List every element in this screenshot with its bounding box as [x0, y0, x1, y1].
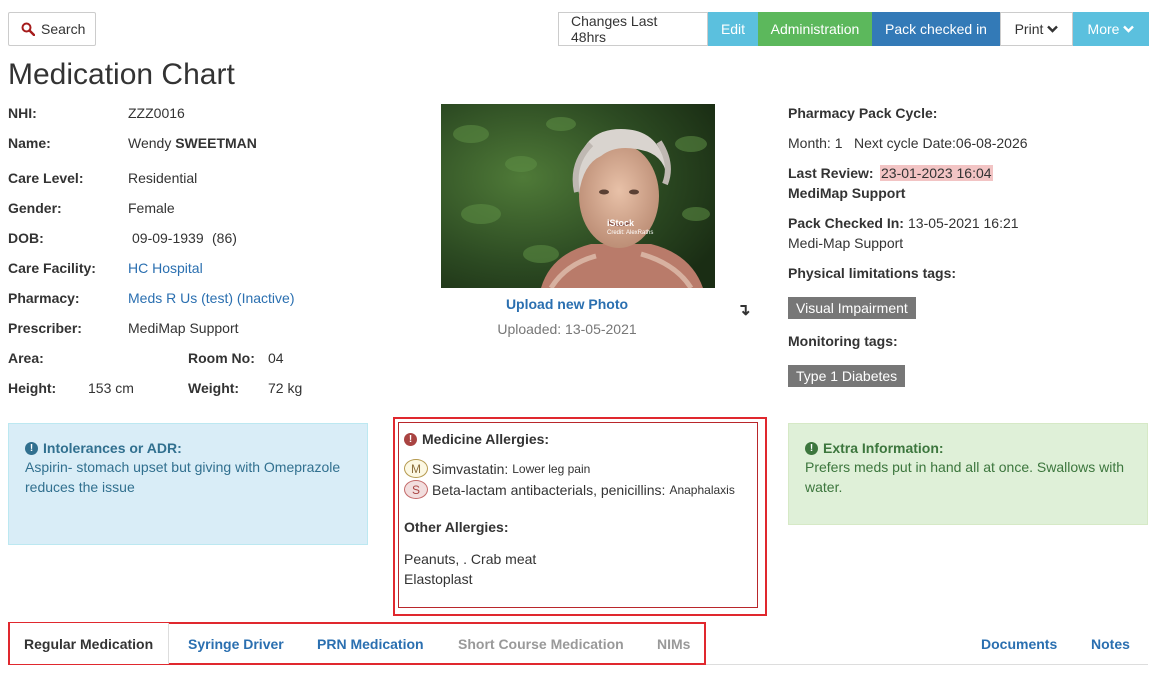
patient-name: Wendy SWEETMAN	[128, 135, 257, 151]
height-value: 153 cm	[88, 380, 134, 396]
pack-checked-in-button[interactable]: Pack checked in	[872, 12, 1000, 46]
first-name: Wendy	[128, 135, 172, 151]
tab-short-course-medication[interactable]: Short Course Medication	[458, 623, 624, 664]
weight-label: Weight:	[188, 380, 240, 396]
intolerances-title-text: Intolerances or ADR:	[43, 440, 182, 456]
more-button[interactable]: More	[1073, 12, 1149, 46]
intolerances-title: ! Intolerances or ADR:	[25, 440, 351, 456]
medicine-allergies-panel: ! Medicine Allergies: M Simvastatin: Low…	[398, 422, 758, 608]
gender-label: Gender:	[8, 200, 62, 216]
portrait-image: iStock Credit: AlexRaths	[441, 104, 715, 288]
search-icon	[21, 22, 35, 36]
action-toolbar: Changes Last 48hrs Edit Administration P…	[558, 12, 1149, 46]
allergy-name: Simvastatin:	[432, 460, 509, 477]
care-facility-label: Care Facility:	[8, 260, 96, 276]
allergy-reaction: Anaphalaxis	[669, 482, 735, 497]
gender-value: Female	[128, 200, 175, 216]
room-label: Room No:	[188, 350, 255, 366]
last-review-value: 23-01-2023 16:04	[880, 165, 993, 181]
other-allergy-line: Peanuts, . Crab meat	[404, 551, 537, 567]
info-icon: !	[805, 441, 818, 455]
upload-photo-link[interactable]: Upload new Photo	[441, 296, 693, 312]
monitoring-tags-label: Monitoring tags:	[788, 333, 898, 349]
pack-cycle-label: Pharmacy Pack Cycle:	[788, 105, 938, 121]
print-label: Print	[1014, 21, 1044, 37]
last-review-by: MediMap Support	[788, 185, 906, 201]
prescriber-label: Prescriber:	[8, 320, 82, 336]
medicine-allergies-title-text: Medicine Allergies:	[422, 431, 550, 447]
weight-value: 72 kg	[268, 380, 303, 396]
uploaded-date: Uploaded: 13-05-2021	[497, 321, 637, 337]
severity-badge-s: S	[404, 480, 428, 499]
search-label: Search	[41, 21, 86, 37]
pack-checked-value: 13-05-2021 16:21	[908, 215, 1019, 231]
physical-tags-label: Physical limitations tags:	[788, 265, 957, 281]
dob-value: 09-09-1939	[132, 230, 204, 246]
alert-icon: !	[404, 432, 417, 446]
changes-48hrs-button[interactable]: Changes Last 48hrs	[558, 12, 708, 46]
tab-notes[interactable]: Notes	[1091, 623, 1130, 664]
other-allergy-line: Elastoplast	[404, 571, 473, 587]
severity-badge-m: M	[404, 459, 428, 478]
arrow-down-icon[interactable]: ↴	[737, 300, 750, 320]
photo-credit-text: Credit: AlexRaths	[607, 230, 653, 236]
pack-checked-by: Medi-Map Support	[788, 235, 904, 251]
prescriber-value: MediMap Support	[128, 320, 239, 336]
care-level-label: Care Level:	[8, 170, 84, 186]
allergy-reaction: Lower leg pain	[512, 461, 591, 476]
allergy-name: Beta-lactam antibacterials, penicillins:	[432, 481, 666, 498]
edit-button[interactable]: Edit	[708, 12, 758, 46]
watermark-text: iStock	[607, 218, 635, 228]
tab-nims[interactable]: NIMs	[657, 623, 690, 664]
age-value: (86)	[212, 230, 237, 246]
care-facility-link[interactable]: HC Hospital	[128, 260, 203, 276]
extra-info-text: Prefers meds put in hand all at once. Sw…	[805, 459, 1125, 495]
intolerances-text: Aspirin- stomach upset but giving with O…	[25, 459, 341, 495]
more-label: More	[1087, 21, 1120, 37]
monitoring-tag: Type 1 Diabetes	[788, 365, 906, 387]
extra-info-panel: ! Extra Information: Prefers meds put in…	[788, 423, 1148, 525]
allergy-item: M Simvastatin: Lower leg pain	[404, 458, 752, 479]
patient-photo: iStock Credit: AlexRaths	[441, 104, 715, 288]
name-label: Name:	[8, 135, 51, 151]
pharmacy-link[interactable]: Meds R Us (test) (Inactive)	[128, 290, 294, 306]
area-label: Area:	[8, 350, 44, 366]
next-cycle-text: Next cycle Date:06-08-2026	[854, 135, 1028, 151]
chevron-down-icon	[1123, 25, 1135, 33]
month-text: Month: 1	[788, 135, 843, 151]
extra-info-title-text: Extra Information:	[823, 440, 944, 456]
tab-syringe-driver[interactable]: Syringe Driver	[188, 623, 284, 664]
other-allergies-title: Other Allergies:	[404, 519, 509, 535]
last-review-label: Last Review:	[788, 165, 874, 181]
physical-tag: Visual Impairment	[788, 297, 916, 319]
pack-checked-label: Pack Checked In:	[788, 215, 904, 231]
extra-info-title: ! Extra Information:	[805, 440, 1131, 456]
page-title: Medication Chart	[8, 58, 235, 91]
pharmacy-label: Pharmacy:	[8, 290, 80, 306]
dob-label: DOB:	[8, 230, 44, 246]
tab-prn-medication[interactable]: PRN Medication	[317, 623, 424, 664]
care-level-value: Residential	[128, 170, 198, 186]
print-button[interactable]: Print	[1000, 12, 1073, 46]
search-button[interactable]: Search	[8, 12, 96, 46]
tab-documents[interactable]: Documents	[981, 623, 1057, 664]
info-icon: !	[25, 441, 38, 455]
last-name: SWEETMAN	[175, 135, 257, 151]
chevron-down-icon	[1047, 25, 1059, 33]
administration-button[interactable]: Administration	[758, 12, 872, 46]
height-label: Height:	[8, 380, 57, 396]
allergy-item: S Beta-lactam antibacterials, penicillin…	[404, 479, 752, 500]
nhi-value: ZZZ0016	[128, 105, 185, 121]
nhi-label: NHI:	[8, 105, 37, 121]
intolerances-panel: ! Intolerances or ADR: Aspirin- stomach …	[8, 423, 368, 545]
medicine-allergies-title: ! Medicine Allergies:	[404, 431, 752, 447]
tab-regular-medication[interactable]: Regular Medication	[10, 623, 169, 664]
room-value: 04	[268, 350, 284, 366]
